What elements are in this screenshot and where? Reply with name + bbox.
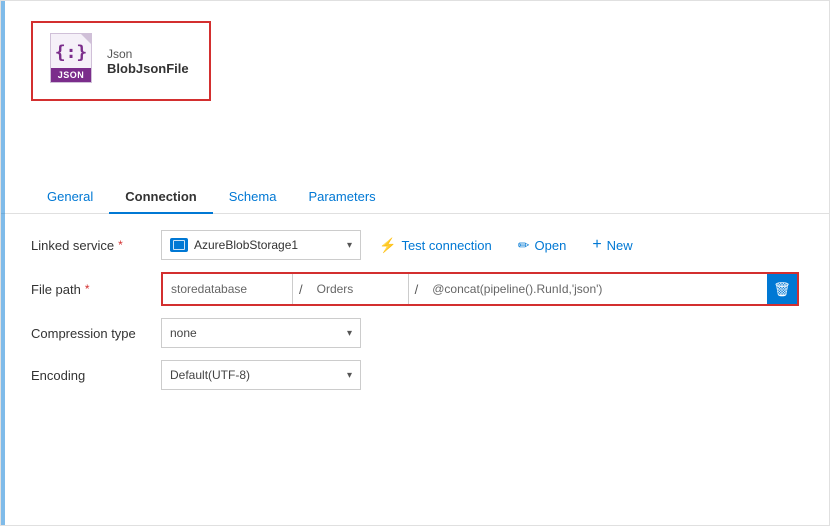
file-path-part2-input[interactable] bbox=[309, 274, 409, 304]
json-badge: JSON bbox=[51, 68, 91, 82]
tab-connection[interactable]: Connection bbox=[109, 181, 213, 214]
file-path-controls: / / 🗑 bbox=[161, 272, 799, 306]
compression-dropdown-arrow-icon: ▾ bbox=[347, 328, 352, 339]
encoding-dropdown-arrow-icon: ▾ bbox=[347, 370, 352, 381]
json-paper-icon: {:} JSON bbox=[50, 33, 92, 83]
compression-type-dropdown[interactable]: none ▾ bbox=[161, 318, 361, 348]
file-path-sep2: / bbox=[409, 282, 425, 297]
form-section: Linked service * AzureBlobStorage1 ▾ ⚡ T… bbox=[1, 214, 829, 406]
json-dataset-card[interactable]: {:} JSON Json BlobJsonFile bbox=[31, 21, 211, 101]
linked-service-value: AzureBlobStorage1 bbox=[194, 238, 341, 252]
tabs-row: General Connection Schema Parameters bbox=[31, 181, 799, 213]
encoding-controls: Default(UTF-8) ▾ bbox=[161, 360, 799, 390]
new-plus-icon: + bbox=[592, 236, 601, 254]
linked-service-controls: AzureBlobStorage1 ▾ ⚡ Test connection ✏ … bbox=[161, 230, 799, 260]
open-icon: ✏ bbox=[518, 237, 530, 254]
linked-service-label: Linked service * bbox=[31, 238, 161, 253]
compression-type-label: Compression type bbox=[31, 326, 161, 341]
linked-service-row: Linked service * AzureBlobStorage1 ▾ ⚡ T… bbox=[31, 230, 799, 260]
json-type-label: Json bbox=[107, 47, 189, 61]
linked-service-required: * bbox=[118, 238, 123, 252]
test-connection-button[interactable]: ⚡ Test connection bbox=[371, 233, 500, 258]
test-connection-label: Test connection bbox=[401, 238, 491, 253]
tab-general[interactable]: General bbox=[31, 181, 109, 214]
file-path-label: File path * bbox=[31, 282, 161, 297]
curly-braces-icon: {:} bbox=[55, 42, 88, 63]
encoding-label: Encoding bbox=[31, 368, 161, 383]
file-path-expression-input[interactable] bbox=[424, 274, 767, 304]
encoding-row: Encoding Default(UTF-8) ▾ bbox=[31, 360, 799, 390]
compression-type-value: none bbox=[170, 326, 343, 340]
json-dataset-name: BlobJsonFile bbox=[107, 61, 189, 76]
compression-type-controls: none ▾ bbox=[161, 318, 799, 348]
left-accent-bar bbox=[1, 1, 5, 525]
encoding-dropdown[interactable]: Default(UTF-8) ▾ bbox=[161, 360, 361, 390]
file-path-part1-input[interactable] bbox=[163, 274, 293, 304]
file-path-row: File path * / / 🗑 bbox=[31, 272, 799, 306]
linked-service-dropdown[interactable]: AzureBlobStorage1 ▾ bbox=[161, 230, 361, 260]
file-path-delete-button[interactable]: 🗑 bbox=[767, 274, 797, 304]
main-container: {:} JSON Json BlobJsonFile General Conne… bbox=[0, 0, 830, 526]
new-label: New bbox=[607, 238, 633, 253]
open-label: Open bbox=[535, 238, 567, 253]
tab-parameters[interactable]: Parameters bbox=[292, 181, 391, 214]
encoding-value: Default(UTF-8) bbox=[170, 368, 343, 382]
test-connection-icon: ⚡ bbox=[379, 237, 396, 254]
linked-service-arrow-icon: ▾ bbox=[347, 240, 352, 251]
json-card-text: Json BlobJsonFile bbox=[107, 47, 189, 76]
json-file-icon: {:} JSON bbox=[47, 33, 95, 89]
tabs-section: General Connection Schema Parameters bbox=[1, 181, 829, 214]
compression-type-row: Compression type none ▾ bbox=[31, 318, 799, 348]
top-section: {:} JSON Json BlobJsonFile bbox=[1, 1, 829, 121]
open-button[interactable]: ✏ Open bbox=[510, 233, 575, 258]
file-path-sep1: / bbox=[293, 282, 309, 297]
new-button[interactable]: + New bbox=[584, 232, 640, 258]
file-path-required: * bbox=[85, 282, 90, 296]
tab-schema[interactable]: Schema bbox=[213, 181, 293, 214]
delete-icon: 🗑 bbox=[773, 281, 791, 298]
storage-icon-inner bbox=[173, 240, 185, 250]
storage-icon bbox=[170, 238, 188, 252]
